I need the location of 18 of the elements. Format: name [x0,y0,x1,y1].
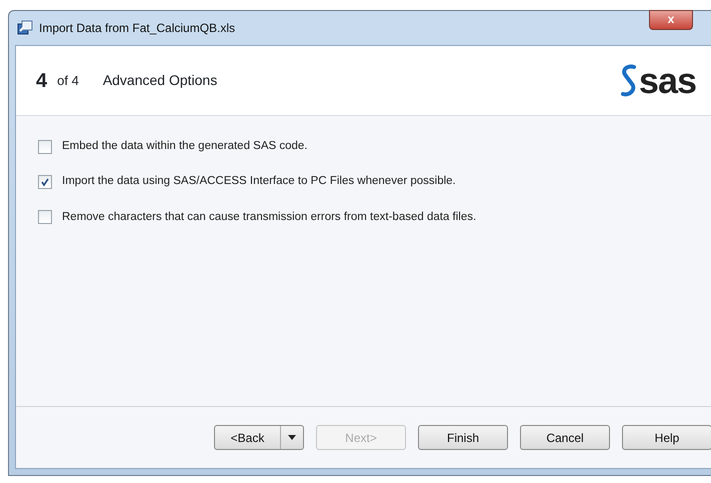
logo-icon [618,64,639,98]
step-number: 4 [36,68,48,94]
back-button[interactable]: <Back [214,425,304,450]
checkbox[interactable] [38,140,52,154]
checkbox[interactable] [38,210,52,224]
caret-icon [288,435,296,440]
option-label: Import the data using SAS/ACCESS Interface to PC Files whenever possible. [62,174,456,190]
option-label: Remove characters that can cause transmission errors from text-based data files. [62,210,476,224]
checkbox[interactable] [38,174,52,189]
step-count: of 4 [57,72,79,90]
import-icon [17,20,33,36]
dialog-button[interactable]: Finish [418,425,508,450]
option-label: Embed the data within the generated SAS code. [62,139,308,154]
dialog-button[interactable]: Cancel [520,425,610,450]
dialog-button[interactable]: Help [622,425,711,450]
window-title: Import Data from Fat_CalciumQB.xls [39,20,236,37]
logo-text: sas [638,58,696,102]
step-title: Advanced Options [102,71,218,90]
